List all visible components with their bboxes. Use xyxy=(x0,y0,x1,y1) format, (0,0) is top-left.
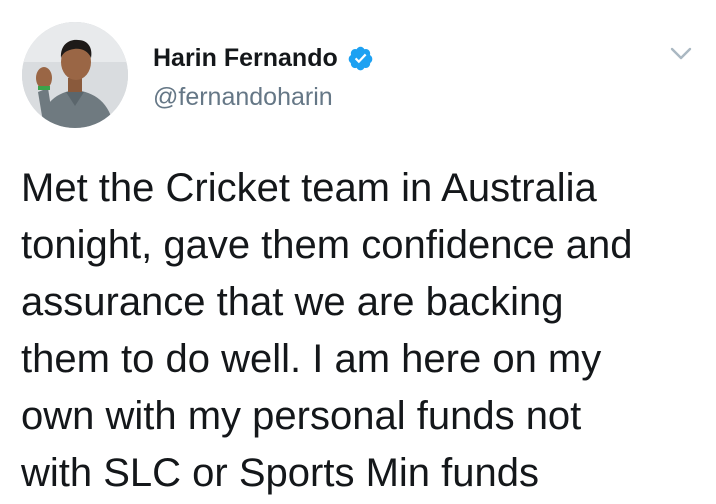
tweet-card: Harin Fernando @fernandoharin Met the Cr… xyxy=(0,0,716,504)
chevron-down-icon[interactable] xyxy=(666,38,696,68)
profile-photo-icon xyxy=(22,22,128,128)
tweet-text-line: tonight, gave them confidence and xyxy=(21,223,633,267)
tweet-text: Met the Cricket team in Australia tonigh… xyxy=(21,160,711,502)
tweet-text-line: own with my personal funds not xyxy=(21,394,582,438)
author-handle[interactable]: @fernandoharin xyxy=(153,83,333,112)
tweet-text-line: them to do well. I am here on my xyxy=(21,337,602,381)
tweet-text-line: assurance that we are backing xyxy=(21,280,564,324)
author-avatar[interactable] xyxy=(22,22,128,128)
tweet-text-line: with SLC or Sports Min funds xyxy=(21,451,539,495)
author-display-name[interactable]: Harin Fernando xyxy=(153,44,338,73)
author-name-row: Harin Fernando xyxy=(153,40,374,76)
tweet-text-line: Met the Cricket team in Australia xyxy=(21,166,597,210)
verified-badge-icon xyxy=(347,45,374,72)
